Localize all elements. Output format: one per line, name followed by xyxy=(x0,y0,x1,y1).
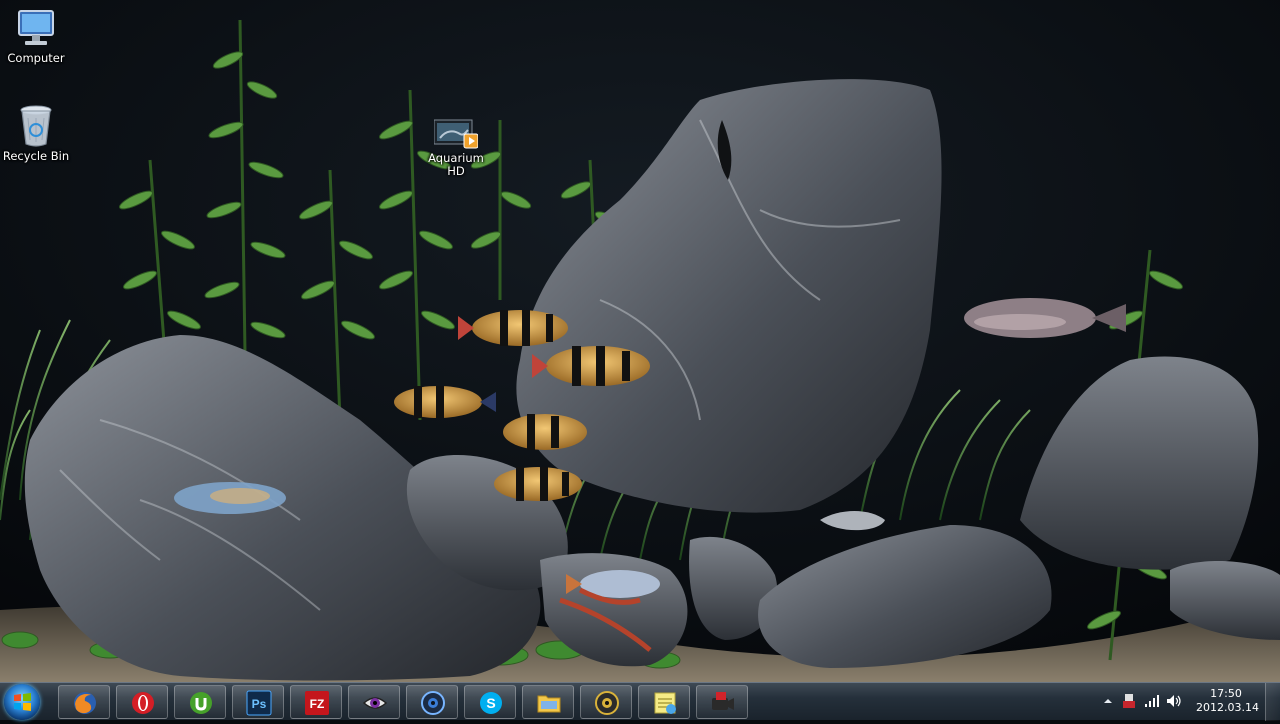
filezilla-icon-text: FZ xyxy=(310,697,325,711)
clock-time: 17:50 xyxy=(1210,687,1242,700)
taskbar-button-media-player[interactable] xyxy=(406,685,458,719)
taskbar-clock[interactable]: 17:50 2012.03.14 xyxy=(1196,687,1259,715)
taskbar-button-utorrent[interactable] xyxy=(174,685,226,719)
recycle-bin-icon xyxy=(20,105,52,147)
video-shortcut-icon xyxy=(434,119,478,149)
taskbar-button-explorer[interactable] xyxy=(522,685,574,719)
webcam-icon xyxy=(595,691,619,715)
taskbar-button-skype[interactable]: S xyxy=(464,685,516,719)
taskbar-button-photoshop[interactable]: Ps xyxy=(232,685,284,719)
start-button[interactable] xyxy=(4,684,40,720)
media-disc-icon xyxy=(421,691,445,715)
taskbar-button-eye-app[interactable] xyxy=(348,685,400,719)
computer-icon xyxy=(18,10,54,45)
network-signal-icon[interactable] xyxy=(1144,694,1160,708)
clock-date: 2012.03.14 xyxy=(1196,701,1259,714)
aquarium-wallpaper xyxy=(0,0,1280,682)
skype-icon: S xyxy=(480,692,502,714)
desktop-icon-label: Aquarium HD xyxy=(428,151,484,178)
skype-icon-text: S xyxy=(486,695,495,711)
filezilla-icon: FZ xyxy=(305,691,329,715)
photoshop-icon: Ps xyxy=(246,690,272,716)
taskbar-button-opera[interactable] xyxy=(116,685,168,719)
taskbar-button-video-recorder[interactable] xyxy=(696,685,748,719)
firefox-icon xyxy=(74,692,96,714)
system-tray: 17:50 2012.03.14 xyxy=(1100,683,1280,721)
desktop-icon-label: Recycle Bin xyxy=(2,149,70,163)
taskbar-button-firefox[interactable] xyxy=(58,685,110,719)
windows-logo-icon xyxy=(14,693,31,711)
notes-icon xyxy=(654,692,676,714)
usb-icon[interactable] xyxy=(1122,693,1136,709)
taskbar-button-notes[interactable] xyxy=(638,685,690,719)
desktop-icon-computer[interactable]: Computer xyxy=(0,8,72,65)
desktop-icon-label: Computer xyxy=(7,51,65,65)
folder-icon xyxy=(537,695,561,713)
taskbar-button-filezilla[interactable]: FZ xyxy=(290,685,342,719)
utorrent-icon xyxy=(190,692,212,714)
taskbar-button-webcam[interactable] xyxy=(580,685,632,719)
opera-icon xyxy=(132,692,154,714)
taskbar: Ps FZ S 17:50 2012.03.14 xyxy=(0,682,1280,721)
desktop-icon-recycle-bin[interactable]: Recycle Bin xyxy=(0,104,72,163)
photoshop-icon-text: Ps xyxy=(252,697,267,711)
show-hidden-icons-arrow[interactable] xyxy=(1102,694,1114,708)
volume-icon[interactable] xyxy=(1166,694,1182,708)
eye-icon xyxy=(362,697,388,709)
show-desktop-button[interactable] xyxy=(1265,683,1280,721)
desktop-icon-aquarium-hd[interactable]: Aquarium HD xyxy=(420,118,492,178)
video-camera-icon xyxy=(712,692,734,710)
